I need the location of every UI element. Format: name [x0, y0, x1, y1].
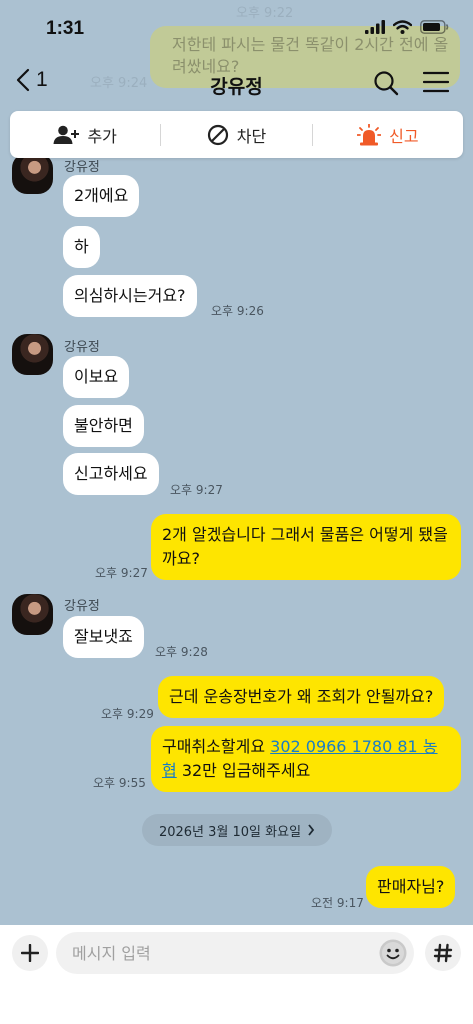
message-timestamp: 오후 9:28: [155, 645, 208, 659]
avatar[interactable]: [12, 334, 53, 375]
message-timestamp: 오후 9:55: [93, 776, 146, 790]
emoji-button[interactable]: [378, 938, 408, 968]
sender-name: 강유정: [64, 599, 100, 614]
incoming-message[interactable]: 잘보냇죠: [63, 616, 144, 658]
avatar[interactable]: [12, 594, 53, 635]
sender-name: 강유정: [64, 340, 100, 355]
sender-name: 강유정: [64, 160, 100, 175]
message-timestamp: 오후 9:26: [211, 304, 264, 318]
message-text: 구매취소할게요: [162, 737, 271, 756]
message-timestamp: 오후 9:27: [170, 483, 223, 497]
menu-button[interactable]: [422, 71, 450, 97]
signal-icon: [365, 20, 385, 34]
add-friend-button[interactable]: 추가: [10, 111, 160, 158]
message-timestamp: 오후 9:29: [101, 707, 154, 721]
battery-icon: [420, 20, 449, 34]
wifi-icon: [393, 20, 412, 34]
incoming-message[interactable]: 불안하면: [63, 405, 144, 447]
message-input[interactable]: [56, 932, 414, 974]
date-divider[interactable]: 2026년 3월 10일 화요일: [142, 814, 332, 846]
outgoing-message[interactable]: 2개 알겠습니다 그래서 물품은 어떻게 됐을까요?: [151, 514, 461, 580]
incoming-message[interactable]: 신고하세요: [63, 453, 159, 495]
chevron-right-icon: [308, 824, 315, 836]
hashtag-search-button[interactable]: [425, 935, 461, 971]
message-text: 32만 입금해주세요: [176, 761, 311, 780]
message-input-bar: [0, 925, 473, 1024]
add-friend-label: 추가: [87, 126, 117, 146]
outgoing-message[interactable]: 근데 운송장번호가 왜 조회가 안될까요?: [158, 676, 445, 718]
status-icons: [365, 20, 449, 34]
chat-header: 1 강유정: [0, 60, 473, 110]
incoming-message[interactable]: 하: [63, 226, 100, 268]
add-user-icon: [53, 125, 80, 144]
hamburger-menu-icon: [422, 71, 450, 93]
incoming-message[interactable]: 의심하시는거요?: [63, 275, 197, 317]
hashtag-icon: [433, 943, 453, 963]
outgoing-message[interactable]: 구매취소할게요 302 0966 1780 81 농협 32만 입금해주세요: [151, 726, 461, 792]
incoming-message[interactable]: 2개에요: [63, 175, 140, 217]
status-bar: 1:31: [0, 0, 473, 60]
block-button[interactable]: 차단: [161, 111, 311, 158]
attach-button[interactable]: [12, 935, 48, 971]
message-timestamp: 오전 9:17: [311, 896, 364, 910]
incoming-message[interactable]: 이보요: [63, 356, 130, 398]
block-icon: [207, 124, 228, 145]
chat-title: 강유정: [210, 76, 263, 98]
avatar[interactable]: [12, 153, 53, 194]
plus-icon: [21, 944, 39, 962]
siren-icon: [357, 123, 382, 145]
search-button[interactable]: [373, 70, 399, 100]
emoji-icon: [379, 939, 407, 967]
date-label: 2026년 3월 10일 화요일: [158, 824, 302, 840]
search-icon: [374, 71, 399, 96]
status-time: 1:31: [46, 18, 85, 39]
report-button[interactable]: 신고: [313, 111, 463, 158]
report-label: 신고: [389, 126, 419, 146]
block-label: 차단: [236, 126, 267, 146]
message-timestamp: 오후 9:27: [95, 566, 148, 580]
friend-action-bar: 추가 차단 신고: [10, 111, 463, 158]
outgoing-message[interactable]: 판매자님?: [366, 866, 456, 908]
